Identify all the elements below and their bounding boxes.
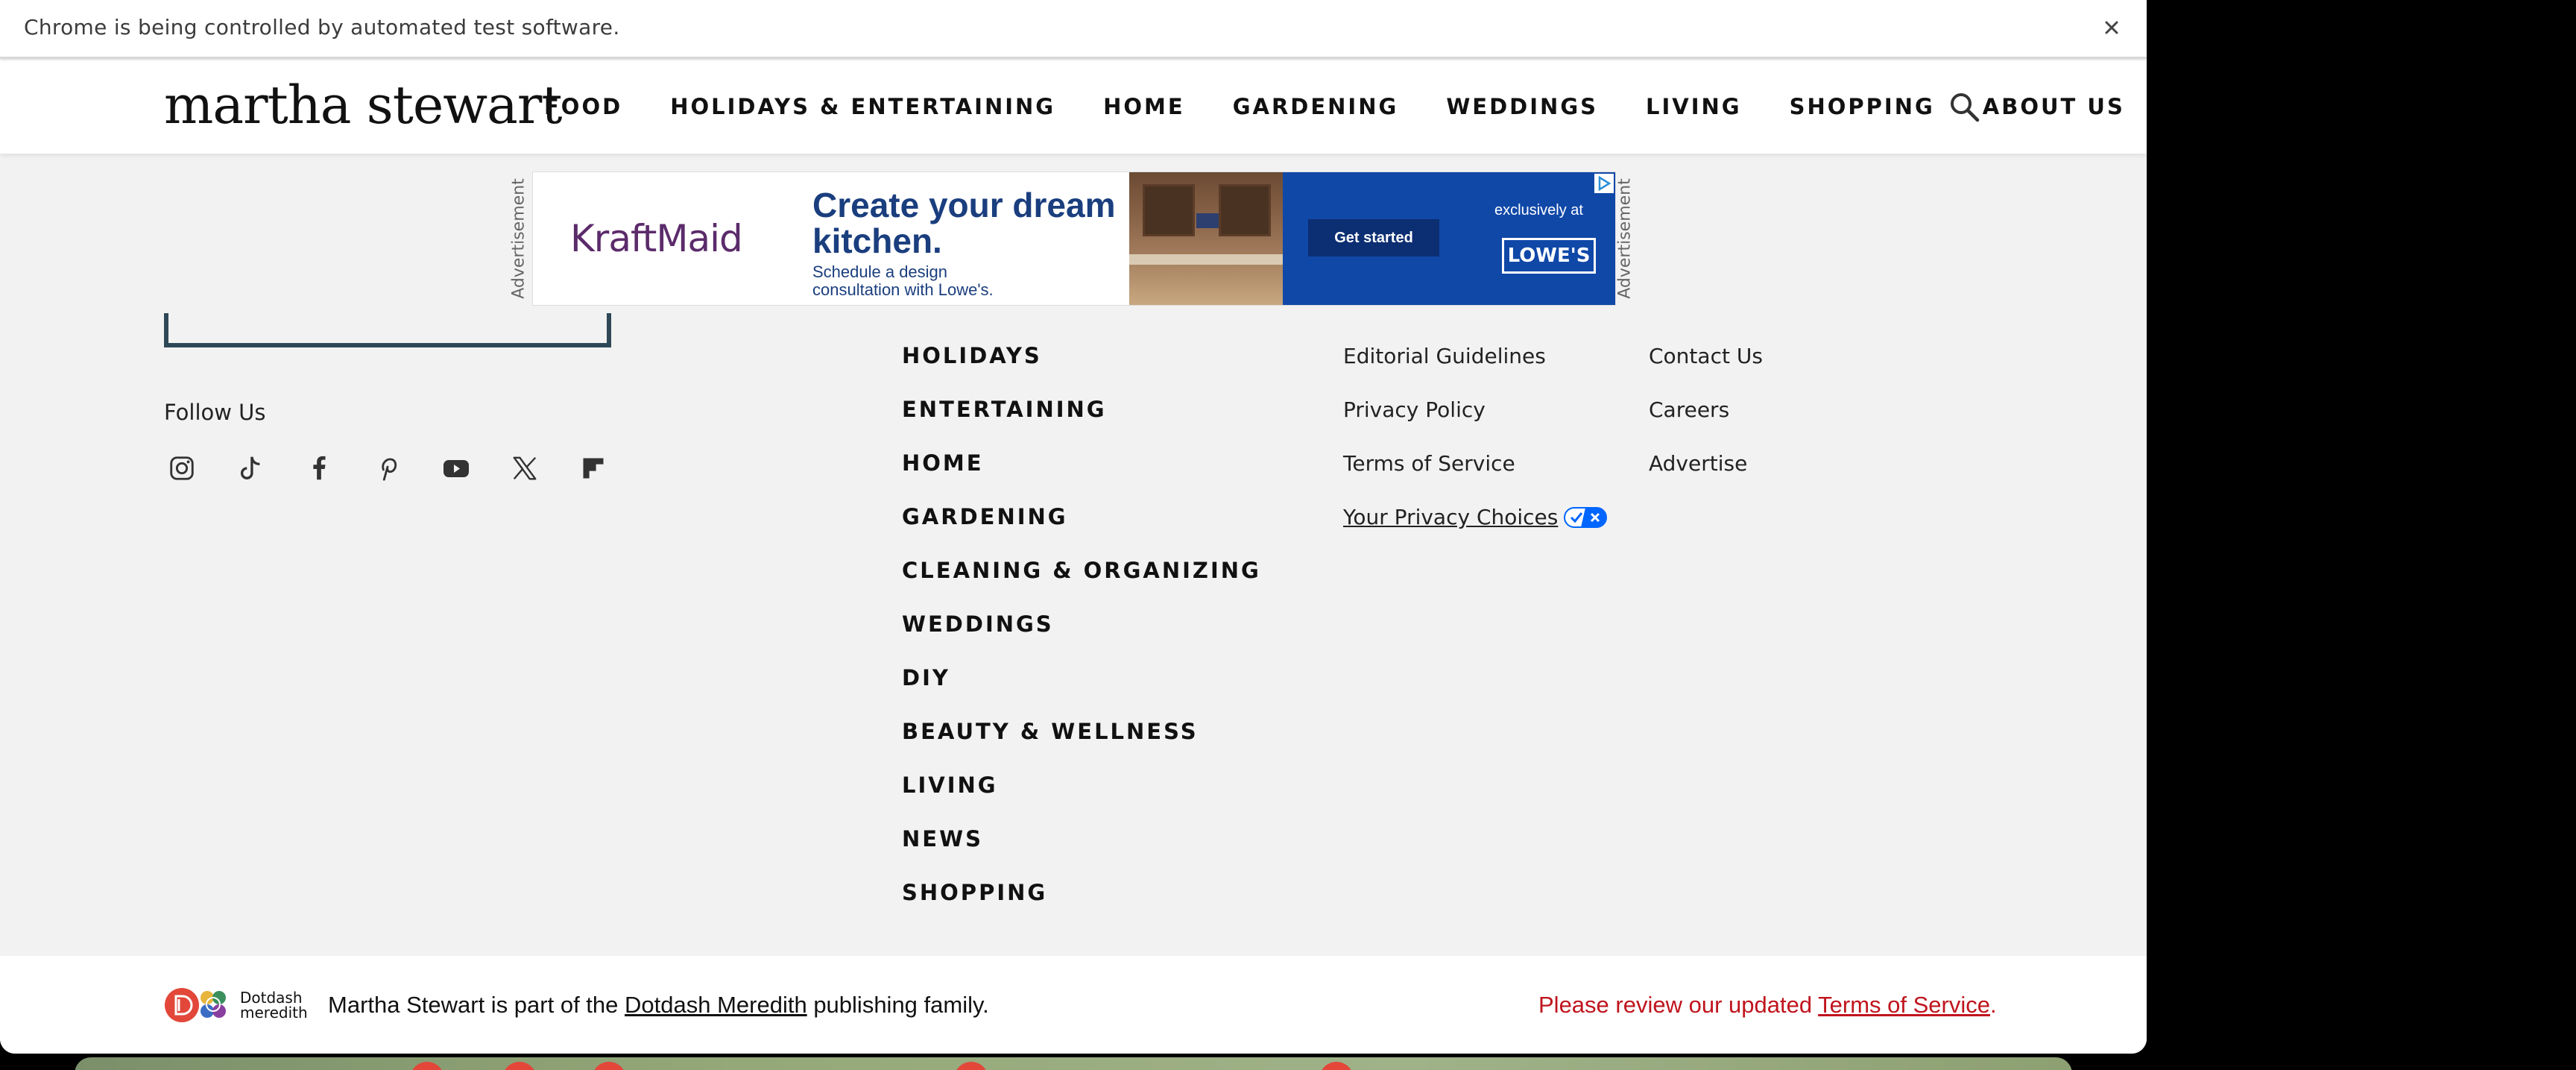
ad-label-right: Advertisement <box>1615 178 1635 299</box>
footer-cat-gardening[interactable]: GARDENING <box>902 502 1261 556</box>
link-your-privacy-choices[interactable]: Your Privacy Choices <box>1343 504 1608 558</box>
publisher-bar: Dotdash meredith Martha Stewart is part … <box>0 956 2147 1054</box>
tiktok-icon[interactable] <box>233 450 268 486</box>
footer-cat-holidays[interactable]: HOLIDAYS <box>902 341 1261 394</box>
ad-subtext: Schedule a design consultation with Lowe… <box>812 262 994 299</box>
ad-kitchen-image <box>1129 172 1283 305</box>
nav-living[interactable]: LIVING <box>1646 94 1742 119</box>
infobar-message: Chrome is being controlled by automated … <box>24 15 620 40</box>
automation-infobar: Chrome is being controlled by automated … <box>0 0 2147 58</box>
nav-home[interactable]: HOME <box>1103 94 1185 119</box>
dotdash-meredith-logo[interactable]: Dotdash meredith <box>164 986 308 1025</box>
tos-prefix: Please review our updated <box>1538 992 1819 1018</box>
footer-cat-weddings[interactable]: WEDDINGS <box>902 609 1261 663</box>
link-privacy-policy[interactable]: Privacy Policy <box>1343 397 1607 450</box>
flipboard-icon[interactable] <box>575 450 611 486</box>
footer-cat-entertaining[interactable]: ENTERTAINING <box>902 394 1261 448</box>
dock-app-icon[interactable] <box>410 1062 444 1070</box>
newsletter-input-frame[interactable] <box>164 313 611 347</box>
tos-notice-link[interactable]: Terms of Service <box>1818 992 1990 1018</box>
dock-app-icon[interactable] <box>954 1062 988 1070</box>
dd-logo-text-1: Dotdash <box>240 989 303 1007</box>
footer-cat-beauty-wellness[interactable]: BEAUTY & WELLNESS <box>902 717 1261 770</box>
dock-app-icon[interactable] <box>1319 1062 1354 1070</box>
ad-label-left: Advertisement <box>509 178 528 299</box>
publisher-statement: Martha Stewart is part of the Dotdash Me… <box>328 992 989 1019</box>
footer-cat-shopping[interactable]: SHOPPING <box>902 878 1261 931</box>
link-terms-of-service[interactable]: Terms of Service <box>1343 450 1607 504</box>
follow-us-label: Follow Us <box>164 400 266 425</box>
dotdash-meredith-link[interactable]: Dotdash Meredith <box>625 992 807 1018</box>
site-logo[interactable]: martha stewart <box>164 75 562 136</box>
social-links <box>164 450 644 486</box>
nav-holidays-entertaining[interactable]: HOLIDAYS & ENTERTAINING <box>670 94 1055 119</box>
os-dock <box>75 1057 2072 1070</box>
facebook-icon[interactable] <box>301 450 337 486</box>
footer-cat-cleaning-organizing[interactable]: CLEANING & ORGANIZING <box>902 556 1261 609</box>
footer-cat-living[interactable]: LIVING <box>902 770 1261 824</box>
close-icon[interactable] <box>2094 10 2129 45</box>
family-prefix: Martha Stewart is part of the <box>328 992 625 1018</box>
nav-shopping[interactable]: SHOPPING <box>1790 94 1935 119</box>
nav-gardening[interactable]: GARDENING <box>1233 94 1399 119</box>
ad-headline: Create your dream kitchen. <box>812 186 1116 260</box>
ad-retailer-logo: LOWE'S <box>1502 238 1596 274</box>
x-icon[interactable] <box>507 450 543 486</box>
dd-logo-text-2: meredith <box>240 1004 308 1022</box>
main-nav: FOOD HOLIDAYS & ENTERTAINING HOME GARDEN… <box>544 94 2147 119</box>
link-editorial-guidelines[interactable]: Editorial Guidelines <box>1343 343 1607 397</box>
youtube-icon[interactable] <box>438 450 474 486</box>
privacy-choices-icon <box>1564 507 1608 528</box>
advertisement: Advertisement KraftMaid Create your drea… <box>505 171 1638 306</box>
link-careers[interactable]: Careers <box>1649 397 1763 450</box>
nav-about-us[interactable]: ABOUT US <box>1983 94 2125 119</box>
pinterest-icon[interactable] <box>370 450 405 486</box>
footer-links-col1: Editorial Guidelines Privacy Policy Term… <box>1343 343 1608 558</box>
nav-weddings[interactable]: WEDDINGS <box>1446 94 1598 119</box>
browser-window: Chrome is being controlled by automated … <box>0 0 2147 1054</box>
search-icon[interactable] <box>1948 91 1981 124</box>
footer-links-col2: Contact Us Careers Advertise <box>1649 343 1763 504</box>
ad-banner[interactable]: KraftMaid Create your dream kitchen. Sch… <box>532 171 1616 306</box>
site-header: martha stewart FOOD HOLIDAYS & ENTERTAIN… <box>0 60 2147 154</box>
ad-tagline: exclusively at <box>1494 202 1583 218</box>
tos-notice: Please review our updated Terms of Servi… <box>1538 992 1997 1019</box>
footer-cat-news[interactable]: NEWS <box>902 824 1261 878</box>
link-advertise[interactable]: Advertise <box>1649 450 1763 504</box>
ad-cta-button[interactable]: Get started <box>1308 219 1439 257</box>
dock-app-icon[interactable] <box>502 1062 537 1070</box>
footer-categories: HOLIDAYS ENTERTAINING HOME GARDENING CLE… <box>902 341 1261 931</box>
tos-suffix: . <box>1989 992 1997 1018</box>
dotdash-meredith-mark-icon <box>165 988 226 1022</box>
instagram-icon[interactable] <box>164 450 200 486</box>
link-contact-us[interactable]: Contact Us <box>1649 343 1763 397</box>
privacy-choices-label: Your Privacy Choices <box>1343 505 1559 529</box>
footer-cat-diy[interactable]: DIY <box>902 663 1261 717</box>
ad-brand: KraftMaid <box>570 217 743 260</box>
nav-food[interactable]: FOOD <box>544 94 622 119</box>
dock-app-icon[interactable] <box>592 1062 626 1070</box>
footer-cat-home[interactable]: HOME <box>902 448 1261 502</box>
family-suffix: publishing family. <box>806 992 989 1018</box>
